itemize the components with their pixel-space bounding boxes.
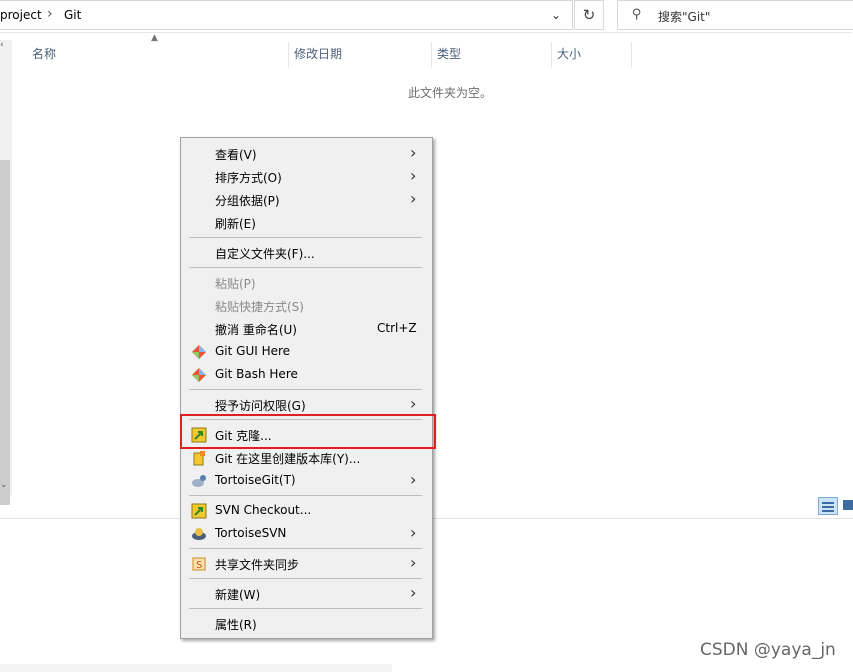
menu-item-label: Git Bash Here xyxy=(215,367,298,381)
menu-item-sort-by[interactable]: 排序方式(O) › xyxy=(181,166,432,188)
menu-separator xyxy=(189,608,422,609)
svn-checkout-icon xyxy=(191,503,207,519)
search-placeholder: 搜索"Git" xyxy=(658,10,711,24)
submenu-arrow-icon: › xyxy=(410,189,417,208)
submenu-arrow-icon: › xyxy=(410,143,417,162)
menu-item-customize-folder[interactable]: 自定义文件夹(F)... xyxy=(181,242,432,264)
scroll-up-icon[interactable]: ‹ xyxy=(0,40,4,50)
menu-item-label: 授予访问权限(G) xyxy=(215,399,306,413)
address-box[interactable]: project › Git ⌄ xyxy=(0,0,573,30)
context-menu: 查看(V) › 排序方式(O) › 分组依据(P) › 刷新(E) 自定义文件夹… xyxy=(180,137,433,639)
breadcrumb-separator-icon[interactable]: › xyxy=(47,6,53,22)
menu-item-properties[interactable]: 属性(R) xyxy=(181,613,432,635)
sync-icon: S xyxy=(192,557,206,571)
menu-item-label: 共享文件夹同步 xyxy=(215,558,300,572)
menu-item-label: 排序方式(O) xyxy=(215,171,282,185)
address-bar: project › Git ⌄ ↻ ⚲ 搜索"Git" xyxy=(0,0,853,33)
search-icon: ⚲ xyxy=(632,7,642,22)
column-header-name[interactable]: 名称 xyxy=(26,40,288,68)
menu-separator xyxy=(189,237,422,238)
menu-item-svn-checkout[interactable]: SVN Checkout... xyxy=(181,500,432,522)
menu-item-git-create-repo[interactable]: Git 在这里创建版本库(Y)... xyxy=(181,447,432,469)
breadcrumb-project[interactable]: project xyxy=(0,8,42,22)
column-divider[interactable] xyxy=(631,42,632,68)
git-icon xyxy=(192,368,206,382)
submenu-arrow-icon: › xyxy=(410,166,417,185)
menu-item-paste: 粘贴(P) xyxy=(181,272,432,294)
submenu-arrow-icon: › xyxy=(410,470,417,489)
submenu-arrow-icon: › xyxy=(410,583,417,602)
menu-item-label: 查看(V) xyxy=(215,148,257,162)
scrollbar-thumb[interactable] xyxy=(0,160,10,505)
menu-item-label: 属性(R) xyxy=(215,618,257,632)
menu-separator xyxy=(189,267,422,268)
annotation-highlight-box xyxy=(180,414,436,449)
menu-separator xyxy=(189,495,422,496)
column-header-modified[interactable]: 修改日期 xyxy=(288,40,431,68)
menu-item-git-bash-here[interactable]: Git Bash Here xyxy=(181,364,432,386)
menu-item-tortoisegit[interactable]: TortoiseGit(T) › xyxy=(181,470,432,492)
menu-item-shortcut: Ctrl+Z xyxy=(377,321,417,335)
scroll-down-icon[interactable]: ⌄ xyxy=(0,480,8,490)
menu-separator xyxy=(189,548,422,549)
menu-item-new[interactable]: 新建(W) › xyxy=(181,583,432,605)
menu-item-label: Git 在这里创建版本库(Y)... xyxy=(215,452,361,466)
menu-item-tortoisesvn[interactable]: TortoiseSVN › xyxy=(181,523,432,545)
navigation-pane-scrollbar[interactable]: ‹ ⌄ xyxy=(0,40,12,505)
empty-folder-message: 此文件夹为空。 xyxy=(407,86,492,100)
menu-item-give-access[interactable]: 授予访问权限(G) › xyxy=(181,394,432,416)
menu-separator xyxy=(189,578,422,579)
address-dropdown-icon[interactable]: ⌄ xyxy=(551,8,561,22)
large-icons-view-icon[interactable] xyxy=(843,500,853,510)
menu-item-git-gui-here[interactable]: Git GUI Here xyxy=(181,341,432,363)
menu-item-refresh[interactable]: 刷新(E) xyxy=(181,212,432,234)
git-icon xyxy=(192,345,206,359)
tortoisegit-icon xyxy=(192,475,206,487)
menu-item-label: TortoiseGit(T) xyxy=(215,473,296,487)
watermark: CSDN @yaya_jn xyxy=(700,640,836,660)
details-view-icon[interactable] xyxy=(818,497,838,515)
column-header-type[interactable]: 类型 xyxy=(431,40,551,68)
breadcrumb-git[interactable]: Git xyxy=(64,8,81,22)
menu-item-label: SVN Checkout... xyxy=(215,503,312,517)
search-input[interactable]: ⚲ 搜索"Git" xyxy=(617,0,853,30)
menu-item-label: 撤消 重命名(U) xyxy=(215,323,297,337)
menu-item-group-by[interactable]: 分组依据(P) › xyxy=(181,189,432,211)
menu-item-label: 刷新(E) xyxy=(215,217,256,231)
menu-item-label: 自定义文件夹(F)... xyxy=(215,247,315,261)
svg-text:S: S xyxy=(196,560,202,571)
menu-item-paste-shortcut: 粘贴快捷方式(S) xyxy=(181,295,432,317)
submenu-arrow-icon: › xyxy=(410,553,417,572)
submenu-arrow-icon: › xyxy=(410,394,417,413)
menu-item-undo-rename[interactable]: 撤消 重命名(U) Ctrl+Z xyxy=(181,318,432,340)
menu-item-label: Git GUI Here xyxy=(215,344,291,358)
menu-item-view[interactable]: 查看(V) › xyxy=(181,143,432,165)
column-header-size[interactable]: 大小 xyxy=(551,40,631,68)
refresh-button[interactable]: ↻ xyxy=(574,0,604,30)
tortoisesvn-icon xyxy=(192,528,206,540)
menu-item-label: 新建(W) xyxy=(215,588,261,602)
submenu-arrow-icon: › xyxy=(410,523,417,542)
menu-separator xyxy=(189,389,422,390)
menu-item-label: 粘贴快捷方式(S) xyxy=(215,300,304,314)
menu-item-share-sync[interactable]: S 共享文件夹同步 › xyxy=(181,553,432,575)
menu-item-label: TortoiseSVN xyxy=(215,526,287,540)
tortoisegit-create-repo-icon xyxy=(193,451,205,466)
menu-item-label: 粘贴(P) xyxy=(215,277,256,291)
menu-item-label: 分组依据(P) xyxy=(215,194,280,208)
